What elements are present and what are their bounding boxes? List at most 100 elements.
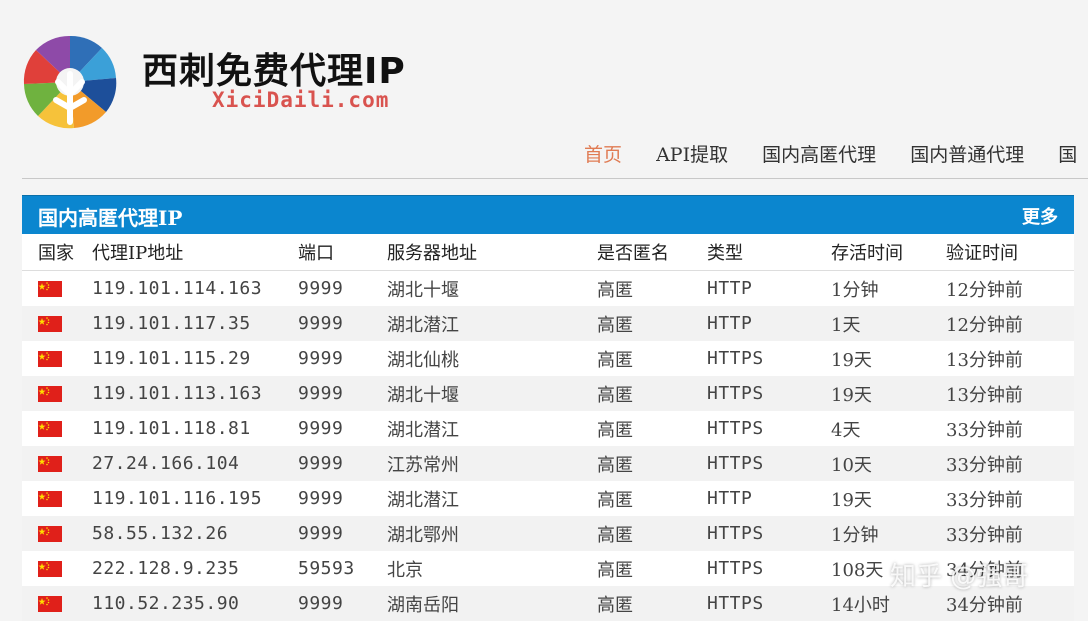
site-logo[interactable]	[22, 34, 118, 130]
anonymity-cell: 高匿	[597, 376, 707, 411]
verified-cell: 13分钟前	[946, 376, 1074, 411]
china-flag-icon	[38, 456, 62, 472]
type-cell: HTTPS	[707, 376, 831, 411]
anonymity-cell: 高匿	[597, 516, 707, 551]
col-header-location[interactable]: 服务器地址	[387, 234, 597, 271]
location-cell: 湖北潜江	[387, 481, 597, 516]
table-header-row: 国家 代理IP地址 端口 服务器地址 是否匿名 类型 存活时间 验证时间	[22, 234, 1074, 271]
col-header-ip[interactable]: 代理IP地址	[92, 234, 298, 271]
table-row[interactable]: 119.101.116.195 9999 湖北潜江 高匿 HTTP 19天 33分钟前	[22, 481, 1074, 516]
col-header-port[interactable]: 端口	[298, 234, 387, 271]
type-cell: HTTPS	[707, 586, 831, 621]
alive-cell: 19天	[831, 376, 946, 411]
ip-cell: 119.101.118.81	[92, 411, 298, 446]
verified-cell: 33分钟前	[946, 411, 1074, 446]
anonymity-cell: 高匿	[597, 481, 707, 516]
location-cell: 湖北十堰	[387, 376, 597, 411]
type-cell: HTTPS	[707, 551, 831, 586]
verified-cell: 33分钟前	[946, 446, 1074, 481]
verified-cell: 12分钟前	[946, 270, 1074, 306]
china-flag-icon	[38, 561, 62, 577]
china-flag-icon	[38, 316, 62, 332]
location-cell: 湖北潜江	[387, 411, 597, 446]
country-cell	[22, 551, 92, 586]
panel-title: 国内高匿代理IP	[38, 206, 183, 230]
ip-cell: 58.55.132.26	[92, 516, 298, 551]
china-flag-icon	[38, 351, 62, 367]
nav-home[interactable]: 首页	[584, 140, 622, 167]
proxy-table: 国家 代理IP地址 端口 服务器地址 是否匿名 类型 存活时间 验证时间 119…	[22, 234, 1074, 621]
nav-api-extract[interactable]: API提取	[656, 140, 728, 167]
alive-cell: 19天	[831, 481, 946, 516]
panel-header: 国内高匿代理IP 更多	[22, 195, 1074, 234]
type-cell: HTTP	[707, 481, 831, 516]
nav-domestic-elite[interactable]: 国内高匿代理	[762, 140, 876, 167]
alive-cell: 1分钟	[831, 270, 946, 306]
port-cell: 9999	[298, 270, 387, 306]
table-row[interactable]: 119.101.113.163 9999 湖北十堰 高匿 HTTPS 19天 13分钟前	[22, 376, 1074, 411]
type-cell: HTTPS	[707, 516, 831, 551]
table-row[interactable]: 119.101.115.29 9999 湖北仙桃 高匿 HTTPS 19天 13分钟前	[22, 341, 1074, 376]
country-cell	[22, 446, 92, 481]
header-divider	[22, 178, 1088, 179]
port-cell: 9999	[298, 481, 387, 516]
nav-more-truncated[interactable]: 国	[1058, 140, 1077, 167]
china-flag-icon	[38, 421, 62, 437]
alive-cell: 108天	[831, 551, 946, 586]
ip-cell: 222.128.9.235	[92, 551, 298, 586]
location-cell: 湖北潜江	[387, 306, 597, 341]
anonymity-cell: 高匿	[597, 411, 707, 446]
china-flag-icon	[38, 281, 62, 297]
col-header-anonymity[interactable]: 是否匿名	[597, 234, 707, 271]
ip-cell: 119.101.117.35	[92, 306, 298, 341]
anonymity-cell: 高匿	[597, 306, 707, 341]
china-flag-icon	[38, 491, 62, 507]
col-header-verified[interactable]: 验证时间	[946, 234, 1074, 271]
nav-domestic-common[interactable]: 国内普通代理	[910, 140, 1024, 167]
site-header: 西刺免费代理IP XiciDaili.com 首页 API提取 国内高匿代理 国…	[0, 0, 1088, 180]
location-cell: 北京	[387, 551, 597, 586]
more-link[interactable]: 更多	[1022, 203, 1058, 229]
type-cell: HTTPS	[707, 446, 831, 481]
port-cell: 9999	[298, 376, 387, 411]
port-cell: 9999	[298, 446, 387, 481]
anonymity-cell: 高匿	[597, 551, 707, 586]
type-cell: HTTPS	[707, 411, 831, 446]
type-cell: HTTP	[707, 270, 831, 306]
anonymity-cell: 高匿	[597, 446, 707, 481]
country-cell	[22, 376, 92, 411]
ip-cell: 119.101.114.163	[92, 270, 298, 306]
port-cell: 9999	[298, 586, 387, 621]
location-cell: 湖北十堰	[387, 270, 597, 306]
main-nav: 首页 API提取 国内高匿代理 国内普通代理 国	[584, 140, 1088, 167]
table-row[interactable]: 27.24.166.104 9999 江苏常州 高匿 HTTPS 10天 33分钟前	[22, 446, 1074, 481]
china-flag-icon	[38, 386, 62, 402]
country-cell	[22, 341, 92, 376]
verified-cell: 34分钟前	[946, 551, 1074, 586]
location-cell: 湖北仙桃	[387, 341, 597, 376]
anonymity-cell: 高匿	[597, 341, 707, 376]
alive-cell: 1分钟	[831, 516, 946, 551]
table-row[interactable]: 110.52.235.90 9999 湖南岳阳 高匿 HTTPS 14小时 34分钟前	[22, 586, 1074, 621]
table-row[interactable]: 58.55.132.26 9999 湖北鄂州 高匿 HTTPS 1分钟 33分钟前	[22, 516, 1074, 551]
port-cell: 59593	[298, 551, 387, 586]
anonymity-cell: 高匿	[597, 270, 707, 306]
china-flag-icon	[38, 526, 62, 542]
alive-cell: 14小时	[831, 586, 946, 621]
verified-cell: 34分钟前	[946, 586, 1074, 621]
table-row[interactable]: 222.128.9.235 59593 北京 高匿 HTTPS 108天 34分钟前	[22, 551, 1074, 586]
table-row[interactable]: 119.101.114.163 9999 湖北十堰 高匿 HTTP 1分钟 12分钟前	[22, 270, 1074, 306]
country-cell	[22, 306, 92, 341]
port-cell: 9999	[298, 516, 387, 551]
site-domain: XiciDaili.com	[212, 88, 390, 112]
anonymity-cell: 高匿	[597, 586, 707, 621]
location-cell: 湖北鄂州	[387, 516, 597, 551]
col-header-type[interactable]: 类型	[707, 234, 831, 271]
ip-cell: 119.101.113.163	[92, 376, 298, 411]
table-row[interactable]: 119.101.117.35 9999 湖北潜江 高匿 HTTP 1天 12分钟前	[22, 306, 1074, 341]
col-header-alive[interactable]: 存活时间	[831, 234, 946, 271]
location-cell: 湖南岳阳	[387, 586, 597, 621]
proxy-panel: 国内高匿代理IP 更多 国家 代理IP地址 端口 服务器地址 是否匿名 类型 存…	[22, 195, 1074, 621]
col-header-country[interactable]: 国家	[22, 234, 92, 271]
table-row[interactable]: 119.101.118.81 9999 湖北潜江 高匿 HTTPS 4天 33分钟前	[22, 411, 1074, 446]
